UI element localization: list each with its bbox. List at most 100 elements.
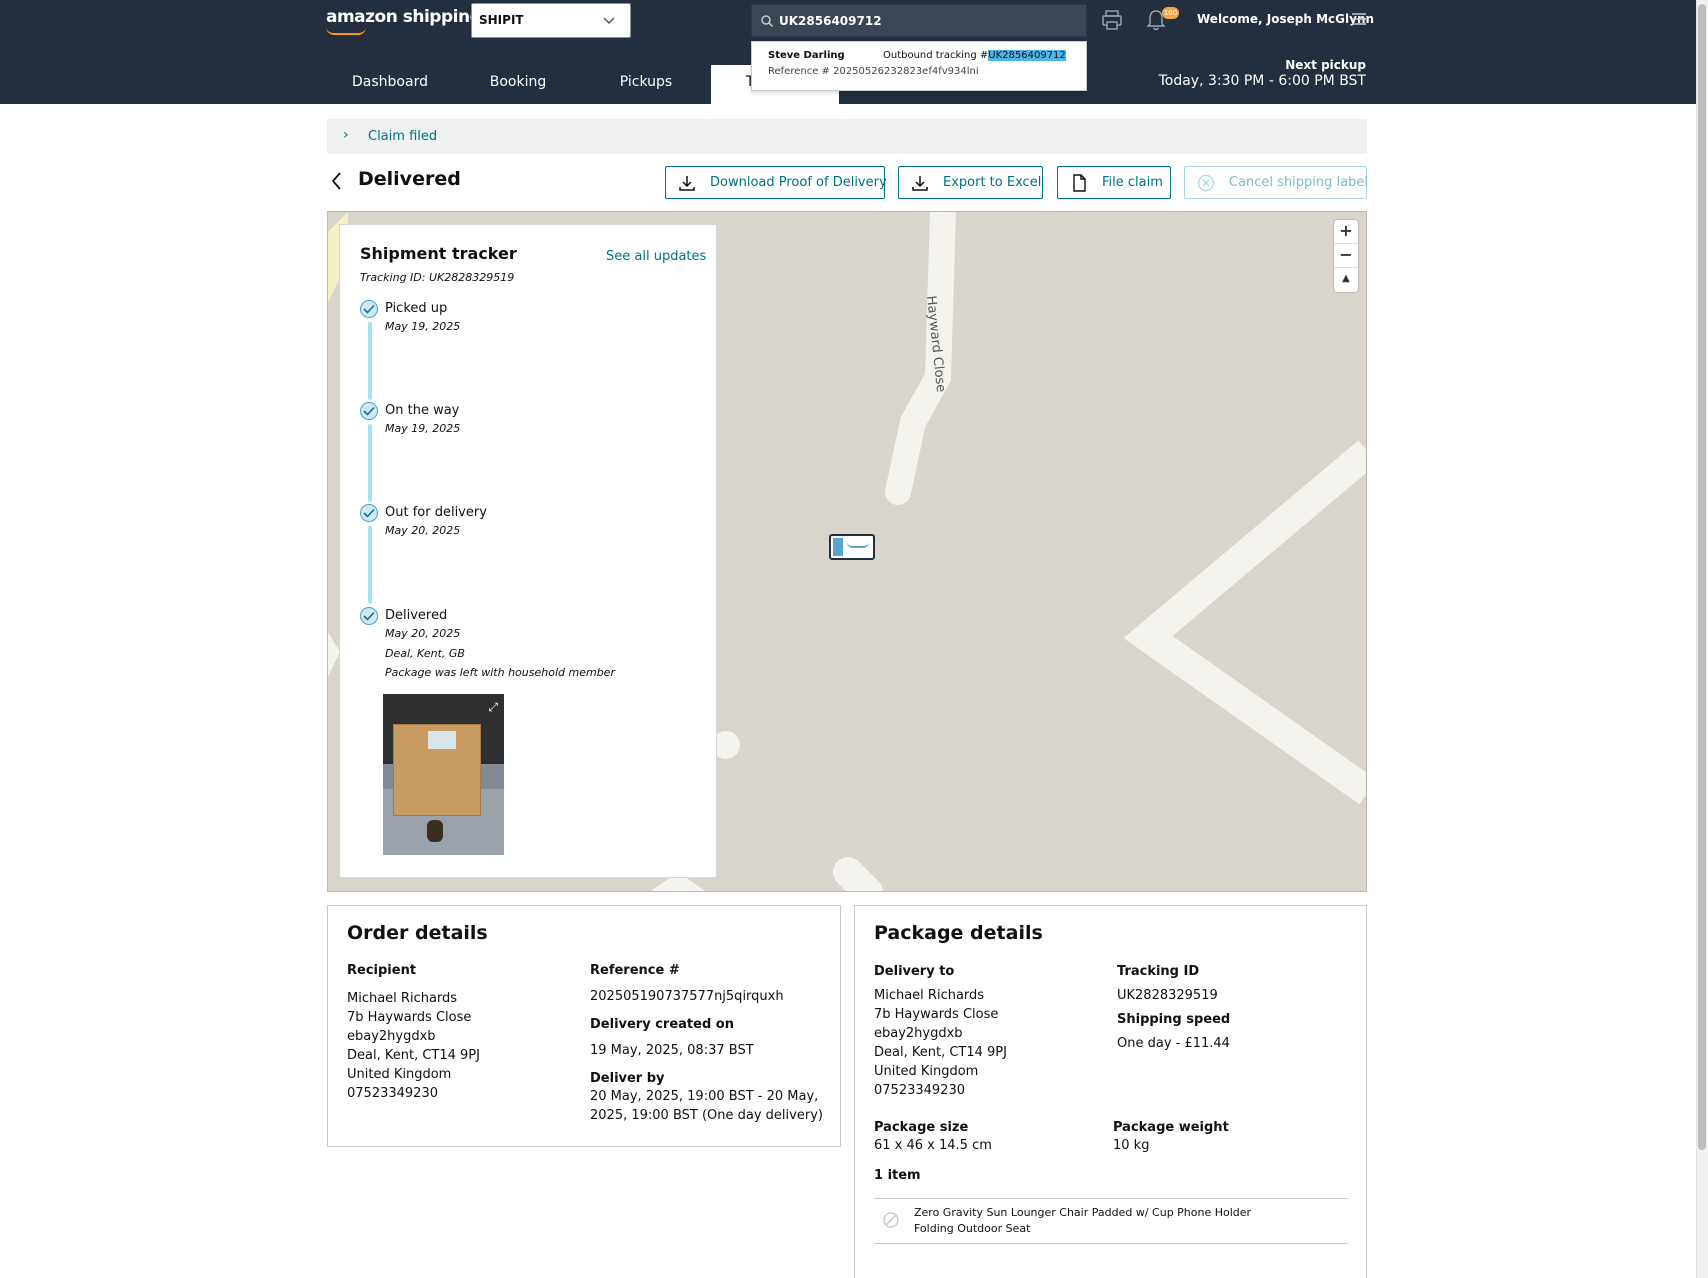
check-circle-icon [360, 402, 378, 420]
download-proof-of-delivery-button[interactable]: Download Proof of Delivery [665, 166, 887, 199]
deliver-by-value: 20 May, 2025, 19:00 BST - 20 May, 2025, … [590, 1087, 823, 1125]
result-reference: Reference # 20250526232823ef4fv934lni [768, 66, 979, 77]
cancel-shipping-label-text: Cancel shipping label [1229, 175, 1368, 190]
marker-stripe [833, 538, 843, 556]
search-icon [761, 15, 774, 28]
package-size-value: 61 x 46 x 14.5 cm [874, 1138, 992, 1153]
step-label: Delivered [385, 608, 448, 623]
download-icon [912, 176, 928, 191]
delivery-created-value: 19 May, 2025, 08:37 BST [590, 1043, 754, 1058]
download-icon [679, 176, 695, 191]
delivery-location-marker-icon[interactable] [829, 534, 875, 560]
zoom-out-button[interactable]: − [1334, 244, 1358, 268]
address-line: Deal, Kent, CT14 9PJ [874, 1045, 1007, 1060]
hamburger-menu-icon[interactable] [1351, 12, 1367, 26]
export-to-excel-button[interactable]: Export to Excel [898, 166, 1043, 199]
print-icon[interactable] [1101, 9, 1123, 31]
result-outbound-prefix: Outbound tracking # [883, 50, 989, 61]
welcome-text: Welcome, Joseph McGlynn [1197, 12, 1375, 26]
deliver-by-label: Deliver by [590, 1071, 665, 1086]
address-line: Michael Richards [347, 991, 458, 1006]
claim-filed-text: Claim filed [368, 129, 438, 144]
package-size-label: Package size [874, 1120, 969, 1135]
item-description: Zero Gravity Sun Lounger Chair Padded w/… [914, 1205, 1251, 1237]
address-line: ebay2hygdxb [874, 1026, 963, 1041]
check-circle-icon [360, 607, 378, 625]
progress-line [368, 322, 372, 400]
shipping-speed-label: Shipping speed [1117, 1012, 1231, 1027]
recipient-label: Recipient [347, 963, 417, 978]
item-count: 1 item [874, 1168, 921, 1183]
reset-north-button[interactable]: ▲ [1334, 268, 1358, 292]
tracking-id-value: UK2828329519 [1117, 988, 1218, 1003]
no-image-icon [883, 1212, 899, 1228]
file-claim-button[interactable]: File claim [1057, 166, 1171, 199]
check-circle-icon [360, 504, 378, 522]
item-line: Zero Gravity Sun Lounger Chair Padded w/… [914, 1206, 1252, 1219]
delivery-to-label: Delivery to [874, 964, 955, 979]
zoom-in-button[interactable]: + [1334, 220, 1358, 244]
back-arrow-icon[interactable] [329, 170, 345, 192]
tab-dashboard[interactable]: Dashboard [326, 65, 454, 104]
deliver-by-line: 20 May, 2025, 19:00 BST - 20 May, [590, 1089, 819, 1104]
claim-filed-bar[interactable]: › Claim filed [327, 119, 1367, 154]
tracker-title: Shipment tracker [360, 244, 517, 263]
address-line: 7b Haywards Close [347, 1010, 472, 1025]
account-select[interactable]: SHIPIT [471, 3, 631, 38]
chevron-down-icon [603, 17, 615, 25]
cancel-circle-icon [1197, 174, 1215, 192]
check-circle-icon [360, 300, 378, 318]
address-line: United Kingdom [874, 1064, 979, 1079]
amazon-shipping-logo[interactable]: amazon shipping [326, 7, 482, 27]
map-zoom-controls: + − ▲ [1334, 220, 1358, 292]
page-title: Delivered [358, 168, 461, 190]
marker-smile-icon [847, 542, 869, 548]
search-value: UK2856409712 [779, 14, 882, 28]
step-date: May 20, 2025 [385, 524, 461, 537]
export-to-excel-label: Export to Excel [943, 175, 1042, 190]
see-all-updates-link[interactable]: See all updates [606, 249, 706, 264]
delivery-to-address: Michael Richards 7b Haywards Close ebay2… [874, 986, 1007, 1100]
address-line: 07523349230 [347, 1086, 438, 1101]
progress-line [368, 526, 372, 604]
step-label: Out for delivery [385, 505, 487, 520]
delivered-location: Deal, Kent, GB [385, 647, 465, 660]
address-line: Michael Richards [874, 988, 985, 1003]
progress-line [368, 424, 372, 502]
address-line: 7b Haywards Close [874, 1007, 999, 1022]
search-result-item[interactable]: Steve Darling Outbound tracking #UK28564… [751, 41, 1087, 91]
tab-pickups[interactable]: Pickups [582, 65, 710, 104]
package-weight-value: 10 kg [1113, 1138, 1150, 1153]
scrollbar-thumb[interactable] [1698, 4, 1706, 1150]
tracking-search-input[interactable]: UK2856409712 [751, 4, 1087, 37]
delivered-note: Package was left with household member [385, 666, 615, 679]
result-name: Steve Darling [768, 50, 845, 61]
next-pickup-label: Next pickup [1285, 58, 1366, 72]
reference-value: 202505190737577nj5qirquxh [590, 989, 784, 1004]
cancel-shipping-label-button[interactable]: Cancel shipping label [1184, 166, 1368, 199]
step-date: May 19, 2025 [385, 320, 461, 333]
top-header: amazon shipping SHIPIT UK2856409712 100 … [0, 0, 1696, 40]
tracker-tracking-id: Tracking ID: UK2828329519 [360, 271, 515, 284]
step-label: On the way [385, 403, 460, 418]
delivery-created-label: Delivery created on [590, 1017, 734, 1032]
address-line: 07523349230 [874, 1083, 965, 1098]
step-date: May 19, 2025 [385, 422, 461, 435]
app-root: amazon shipping SHIPIT UK2856409712 100 … [0, 0, 1708, 1278]
result-outbound-tracking: Outbound tracking #UK2856409712 [883, 50, 1066, 61]
step-date: May 20, 2025 [385, 627, 461, 640]
expand-icon[interactable]: ⤢ [488, 700, 498, 715]
tracking-id-label: Tracking ID [1117, 964, 1200, 979]
shipping-speed-value: One day - £11.44 [1117, 1036, 1230, 1051]
file-claim-label: File claim [1102, 175, 1163, 190]
notification-badge: 100 [1162, 7, 1179, 19]
package-item-row: Zero Gravity Sun Lounger Chair Padded w/… [874, 1198, 1348, 1244]
result-match-highlight: UK2856409712 [988, 50, 1066, 61]
item-line: Folding Outdoor Seat [914, 1222, 1031, 1235]
account-select-value: SHIPIT [479, 13, 524, 27]
proof-of-delivery-photo[interactable]: ⤢ [383, 694, 504, 855]
photo-feet [427, 820, 443, 842]
address-line: Deal, Kent, CT14 9PJ [347, 1048, 480, 1063]
tab-booking[interactable]: Booking [454, 65, 582, 104]
address-line: United Kingdom [347, 1067, 452, 1082]
